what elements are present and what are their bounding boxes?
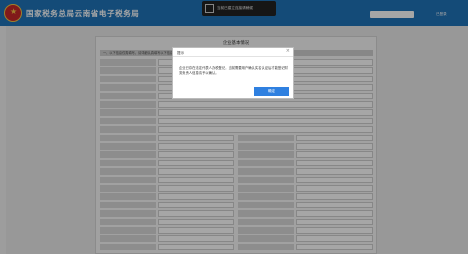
alert-dialog: 提示 × 企业已存在法定代表人办税登记，当前需要用户确认实名认证后才能登记财务负… bbox=[172, 47, 294, 99]
close-icon[interactable]: × bbox=[286, 49, 290, 54]
dialog-message: 企业已存在法定代表人办税登记，当前需要用户确认实名认证后才能登记财务负责人信息请… bbox=[179, 66, 288, 75]
modal-overlay bbox=[0, 0, 468, 254]
dialog-title: 提示 bbox=[177, 51, 185, 55]
ok-button[interactable]: 确定 bbox=[254, 87, 289, 96]
dialog-header: 提示 × bbox=[173, 48, 293, 57]
